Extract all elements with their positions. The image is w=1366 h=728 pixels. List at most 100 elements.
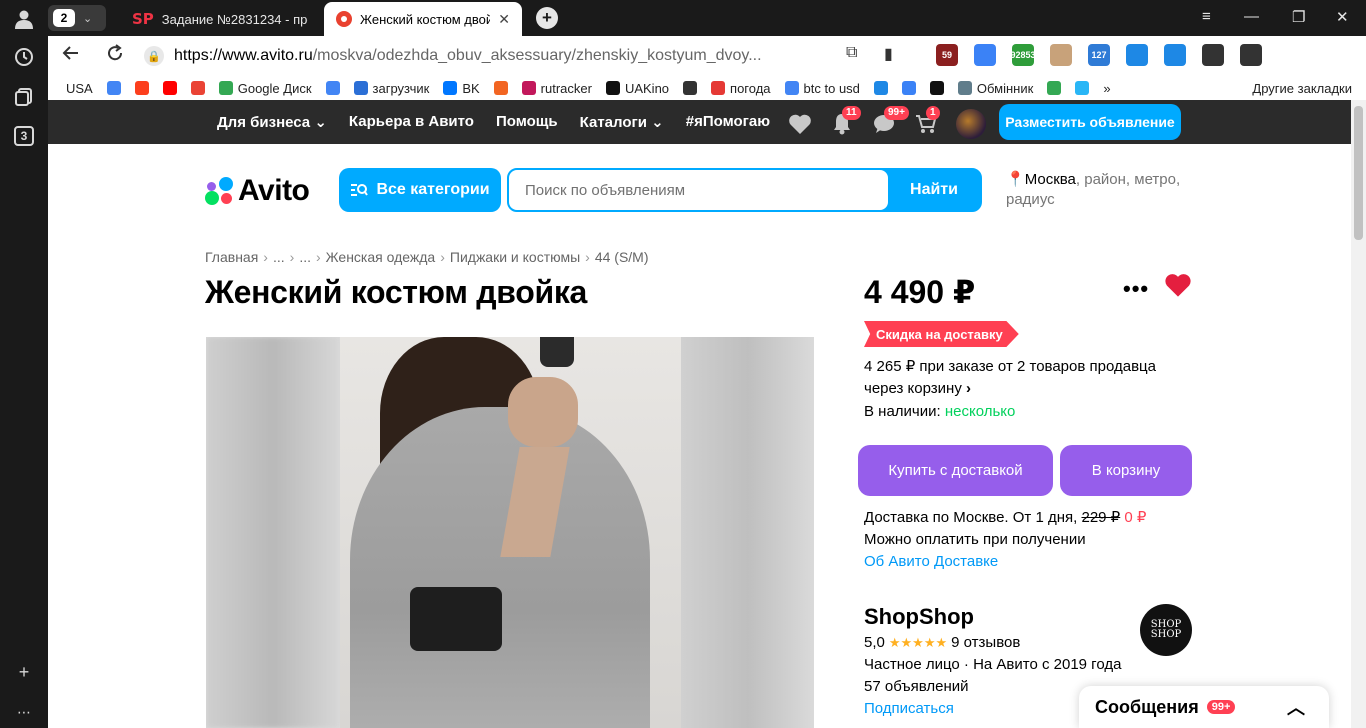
seller-rating[interactable]: 5,0 ★★★★★ 9 отзывов bbox=[864, 634, 1020, 651]
price: 4 490 ₽ bbox=[864, 274, 976, 310]
location-selector[interactable]: 📍Москва, район, метро, радиус bbox=[1006, 170, 1196, 210]
location-pin-icon: 📍 bbox=[1006, 171, 1025, 188]
bookmark-favicon-icon bbox=[521, 81, 536, 95]
bookmark-item[interactable] bbox=[493, 81, 508, 95]
bookmark-item[interactable]: погода bbox=[711, 81, 771, 96]
chevron-up-icon[interactable]: ︿ bbox=[1287, 694, 1305, 720]
close-window-icon[interactable]: ✕ bbox=[1336, 8, 1349, 26]
profile-icon[interactable] bbox=[12, 7, 36, 31]
extension-icon[interactable] bbox=[1164, 44, 1186, 66]
favorite-heart-icon[interactable] bbox=[1164, 272, 1192, 300]
extension-icon[interactable] bbox=[1202, 44, 1224, 66]
bookmark-item[interactable]: rutracker bbox=[521, 81, 592, 96]
extension-icon[interactable] bbox=[974, 44, 996, 66]
extension-icon[interactable] bbox=[1126, 44, 1148, 66]
copy-link-icon[interactable]: ⧉ bbox=[846, 44, 857, 62]
url-field[interactable]: 🔒 https://www.avito.ru/moskva/odezhda_ob… bbox=[144, 40, 770, 72]
post-ad-button[interactable]: Разместить объявление bbox=[999, 104, 1181, 140]
menu-icon[interactable]: ≡ bbox=[1202, 8, 1211, 25]
bookmark-item[interactable] bbox=[1047, 81, 1062, 95]
nav-career[interactable]: Карьера в Авито bbox=[349, 113, 474, 131]
nav-i-help[interactable]: #яПомогаю bbox=[686, 113, 770, 131]
extension-icon[interactable]: 127 bbox=[1088, 44, 1110, 66]
other-bookmarks[interactable]: Другие закладки bbox=[1252, 81, 1352, 96]
breadcrumb-item[interactable]: Женская одежда bbox=[326, 249, 436, 265]
bookmark-item[interactable] bbox=[162, 81, 177, 95]
tab-group-button[interactable]: 2 ⌄ bbox=[48, 5, 106, 31]
photo-gallery[interactable] bbox=[206, 337, 814, 728]
all-categories-button[interactable]: Все категории bbox=[339, 168, 501, 212]
bookmarks-more-icon[interactable]: » bbox=[1103, 81, 1110, 96]
add-panel-icon[interactable]: + bbox=[12, 660, 36, 684]
back-arrow-icon[interactable] bbox=[62, 44, 80, 68]
discount-badge[interactable]: Скидка на доставку bbox=[864, 321, 1019, 347]
bookmark-item[interactable] bbox=[134, 81, 149, 95]
scroll-thumb[interactable] bbox=[1354, 106, 1363, 240]
bookmark-item[interactable] bbox=[1075, 81, 1090, 95]
tab-group-count: 2 bbox=[53, 9, 75, 27]
extension-icon[interactable] bbox=[1050, 44, 1072, 66]
breadcrumb-item[interactable]: Пиджаки и костюмы bbox=[450, 249, 580, 265]
breadcrumb-item[interactable]: 44 (S/M) bbox=[595, 249, 649, 265]
seller-avatar[interactable]: SHOP SHOP bbox=[1140, 604, 1192, 656]
product-photo[interactable] bbox=[340, 337, 681, 728]
nav-business[interactable]: Для бизнеса ⌄ bbox=[217, 113, 327, 131]
bookmark-item[interactable]: USA bbox=[66, 81, 93, 96]
bookmark-item[interactable]: Google Диск bbox=[218, 81, 312, 96]
messages-widget[interactable]: Сообщения 99+ ︿ bbox=[1079, 686, 1329, 728]
seller-name[interactable]: ShopShop bbox=[864, 604, 974, 630]
bookmark-item[interactable] bbox=[325, 81, 340, 95]
buy-with-delivery-button[interactable]: Купить с доставкой bbox=[858, 445, 1053, 496]
delivery-info-link[interactable]: Об Авито Доставке bbox=[864, 551, 1194, 573]
minimize-icon[interactable]: — bbox=[1244, 8, 1259, 25]
bookmark-item[interactable]: загрузчик bbox=[353, 81, 429, 96]
collections-icon[interactable] bbox=[12, 85, 36, 109]
user-avatar[interactable] bbox=[956, 109, 986, 139]
more-options-icon[interactable]: ••• bbox=[1123, 276, 1149, 302]
search-input[interactable] bbox=[509, 170, 888, 210]
breadcrumb-item[interactable]: ... bbox=[273, 249, 285, 265]
reload-icon[interactable] bbox=[106, 44, 124, 68]
bookmark-favicon-icon bbox=[1047, 81, 1062, 95]
bookmark-item[interactable]: Обмінник bbox=[957, 81, 1033, 96]
search-button[interactable]: Найти bbox=[888, 170, 980, 210]
tab-task[interactable]: SP Задание №2831234 - прос bbox=[120, 2, 320, 36]
close-icon[interactable]: ✕ bbox=[498, 11, 510, 28]
history-icon[interactable] bbox=[12, 45, 36, 69]
restore-icon[interactable]: ❐ bbox=[1292, 8, 1305, 26]
favorites-heart-icon[interactable] bbox=[788, 112, 812, 136]
bookmark-item[interactable]: btc to usd bbox=[784, 81, 860, 96]
messages-chat-icon[interactable]: 99+ bbox=[872, 106, 909, 136]
breadcrumb: Главная ›... ›... › Женская одежда › Пиджаки и… bbox=[205, 249, 649, 265]
panel-menu-icon[interactable]: ⋯ bbox=[12, 700, 36, 724]
new-tab-button[interactable]: + bbox=[536, 7, 558, 29]
tab-title: Женский костюм двойка bbox=[360, 11, 491, 27]
bookmark-item[interactable]: BK bbox=[443, 81, 480, 96]
bookmark-item[interactable] bbox=[901, 81, 916, 95]
cart-price-note[interactable]: 4 265 ₽ при заказе от 2 товаров продавца… bbox=[864, 356, 1184, 400]
nav-catalogs[interactable]: Каталоги ⌄ bbox=[580, 113, 664, 131]
extension-icon[interactable] bbox=[1240, 44, 1262, 66]
bookmark-item[interactable] bbox=[190, 81, 205, 95]
bookmark-item[interactable] bbox=[683, 81, 698, 95]
bookmark-favicon-icon bbox=[605, 81, 620, 95]
bookmark-item[interactable]: UAKino bbox=[605, 81, 669, 96]
bookmark-item[interactable] bbox=[929, 81, 944, 95]
bookmark-icon[interactable]: ▮ bbox=[884, 44, 893, 64]
tab-avito[interactable]: Женский костюм двойка ✕ bbox=[324, 2, 522, 36]
bookmark-item[interactable] bbox=[873, 81, 888, 95]
page-scrollbar[interactable] bbox=[1351, 100, 1366, 728]
extension-icon[interactable]: 92853 bbox=[1010, 44, 1036, 66]
breadcrumb-item[interactable]: Главная bbox=[205, 249, 258, 265]
nav-help[interactable]: Помощь bbox=[496, 113, 558, 131]
add-to-cart-button[interactable]: В корзину bbox=[1060, 445, 1192, 496]
extension-icon[interactable]: 59 bbox=[936, 44, 958, 66]
avito-logo[interactable]: Avito bbox=[205, 174, 310, 208]
notifications-bell-icon[interactable]: 11 bbox=[830, 106, 861, 136]
sp-site-icon: SP bbox=[132, 10, 154, 28]
cart-icon[interactable]: 1 bbox=[914, 106, 940, 136]
lock-icon[interactable]: 🔒 bbox=[144, 46, 164, 66]
tabs-count-icon[interactable]: 3 bbox=[14, 126, 34, 146]
breadcrumb-item[interactable]: ... bbox=[299, 249, 311, 265]
bookmark-item[interactable] bbox=[106, 81, 121, 95]
